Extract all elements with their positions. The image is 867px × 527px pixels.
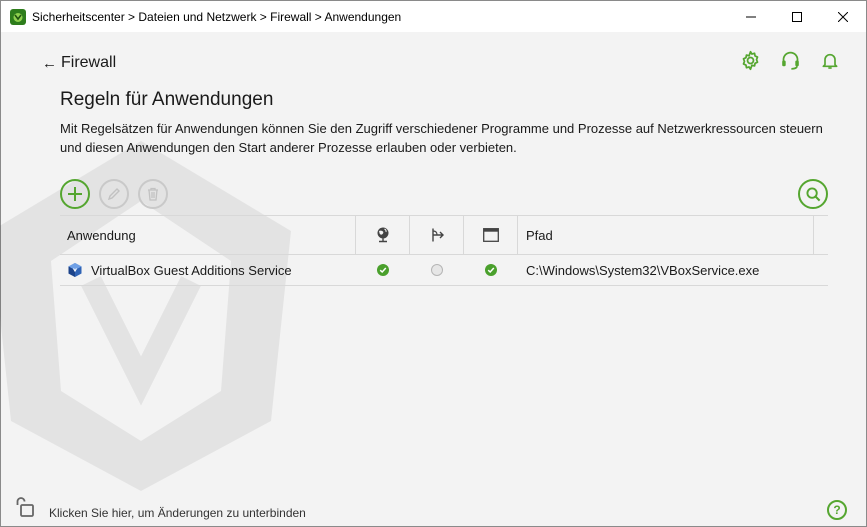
lock-changes-link[interactable]: Klicken Sie hier, um Änderungen zu unter… <box>49 506 306 520</box>
page-title: Regeln für Anwendungen <box>60 89 274 110</box>
notifications-button[interactable] <box>819 49 841 71</box>
close-icon <box>838 11 848 22</box>
virtualbox-icon <box>68 263 82 277</box>
close-button[interactable] <box>820 1 866 32</box>
column-header-network[interactable] <box>356 216 410 254</box>
back-to-firewall-link[interactable]: ← Firewall <box>42 54 116 72</box>
path-cell: C:\Windows\System32\VBoxService.exe <box>526 262 760 278</box>
network-globe-icon <box>377 227 388 243</box>
arrow-left-icon: ← <box>42 54 57 72</box>
rules-toolbar <box>60 179 168 209</box>
dr-web-spider-icon <box>10 8 26 25</box>
window-cell[interactable] <box>464 255 518 285</box>
column-header-process[interactable] <box>410 216 464 254</box>
column-header-window[interactable] <box>464 216 518 254</box>
edit-rule-button[interactable] <box>99 179 129 209</box>
search-icon <box>805 186 820 201</box>
process-cell[interactable] <box>410 255 464 285</box>
minimize-icon <box>746 16 756 17</box>
maximize-button[interactable] <box>774 1 820 32</box>
support-button[interactable] <box>779 49 801 71</box>
help-icon[interactable]: ? <box>827 500 847 520</box>
gear-icon <box>742 50 758 70</box>
column-header-path[interactable]: Pfad <box>518 216 814 254</box>
rules-table: Anwendung Pfad VirtualBox Guest Addition… <box>60 215 828 286</box>
delete-rule-button[interactable] <box>138 179 168 209</box>
app-name: VirtualBox Guest Additions Service <box>91 262 292 278</box>
not-set-status-icon <box>431 264 443 276</box>
back-link-label: Firewall <box>61 54 117 71</box>
spider-watermark-icon <box>0 141 291 491</box>
allowed-status-icon <box>485 264 497 276</box>
minimize-button[interactable] <box>728 1 774 32</box>
headset-icon <box>781 51 799 70</box>
window-title: Sicherheitscenter > Dateien und Netzwerk… <box>32 9 402 24</box>
column-header-app[interactable]: Anwendung <box>60 216 356 254</box>
window-icon <box>482 228 499 242</box>
title-bar: Sicherheitscenter > Dateien und Netzwerk… <box>1 1 866 32</box>
network-cell[interactable] <box>356 255 410 285</box>
bell-icon <box>822 53 838 69</box>
trash-icon <box>148 187 158 201</box>
add-rule-button[interactable] <box>60 179 90 209</box>
unlocked-padlock-icon[interactable] <box>15 496 35 518</box>
search-button[interactable] <box>798 179 828 209</box>
table-header: Anwendung Pfad <box>60 215 828 255</box>
plus-icon <box>68 187 82 201</box>
maximize-icon <box>792 11 802 22</box>
process-start-icon <box>431 228 444 242</box>
table-row[interactable]: VirtualBox Guest Additions Service C:\Wi… <box>60 255 828 286</box>
pencil-icon <box>107 188 120 201</box>
app-cell: VirtualBox Guest Additions Service <box>60 255 356 285</box>
allowed-status-icon <box>377 264 389 276</box>
settings-button[interactable] <box>739 49 761 71</box>
page-description: Mit Regelsätzen für Anwendungen können S… <box>60 121 823 155</box>
